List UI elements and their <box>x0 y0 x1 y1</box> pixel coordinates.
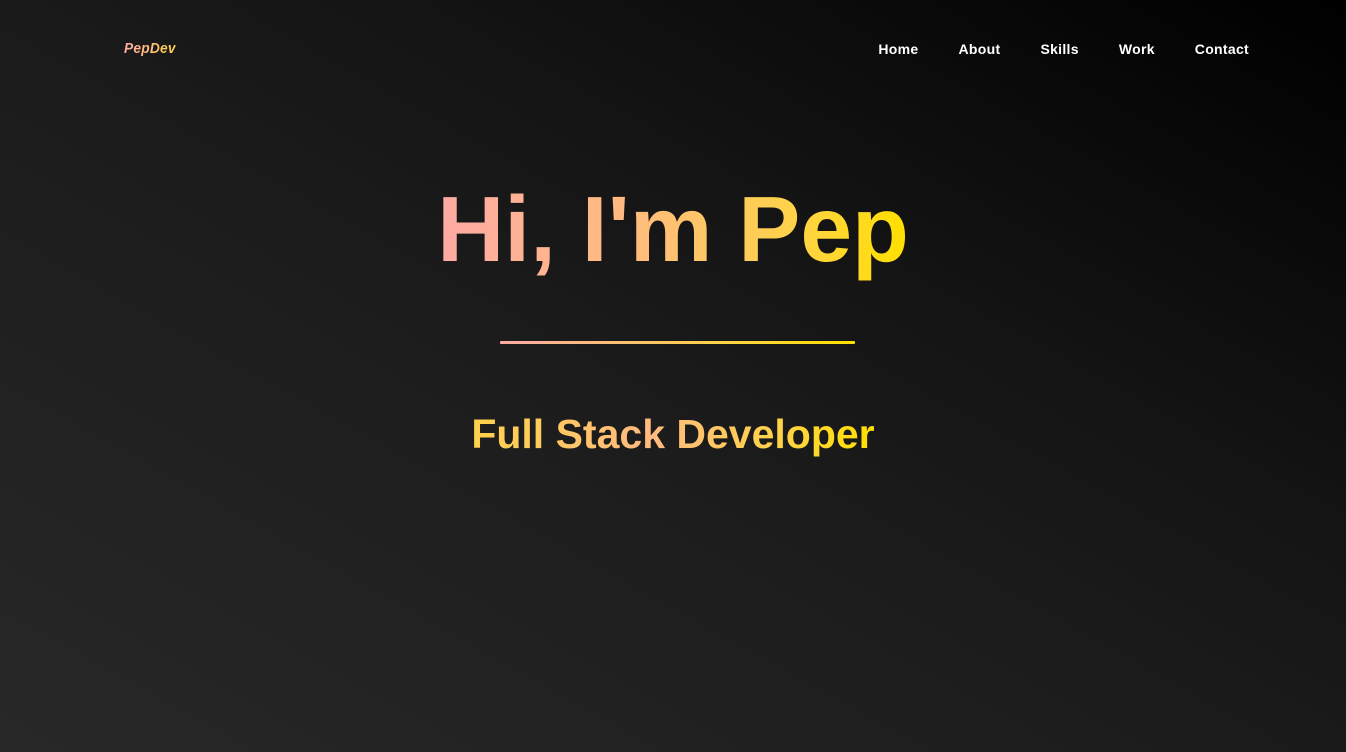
navbar: PepDev Home About Skills Work Contact <box>0 0 1346 98</box>
nav-item-contact: Contact <box>1195 41 1249 59</box>
hero-subtitle-text: Full Stack Developer <box>471 411 875 457</box>
nav-item-work: Work <box>1119 41 1155 59</box>
nav-link-home[interactable]: Home <box>878 41 918 57</box>
nav-link-skills[interactable]: Skills <box>1040 41 1078 57</box>
nav-link-contact[interactable]: Contact <box>1195 41 1249 57</box>
nav-link-about[interactable]: About <box>959 41 1001 57</box>
site-logo[interactable]: PepDev <box>124 40 176 57</box>
nav-item-about: About <box>959 41 1001 59</box>
nav-item-home: Home <box>878 41 918 59</box>
hero-title-text: Hi, I'm Pep <box>437 177 909 281</box>
nav-link-work[interactable]: Work <box>1119 41 1155 57</box>
hero-title: Hi, I'm Pep <box>0 174 1346 284</box>
hero-divider <box>500 341 855 344</box>
nav-menu: Home About Skills Work Contact <box>878 41 1249 59</box>
nav-item-skills: Skills <box>1040 41 1078 59</box>
hero-subtitle: Full Stack Developer <box>0 408 1346 460</box>
